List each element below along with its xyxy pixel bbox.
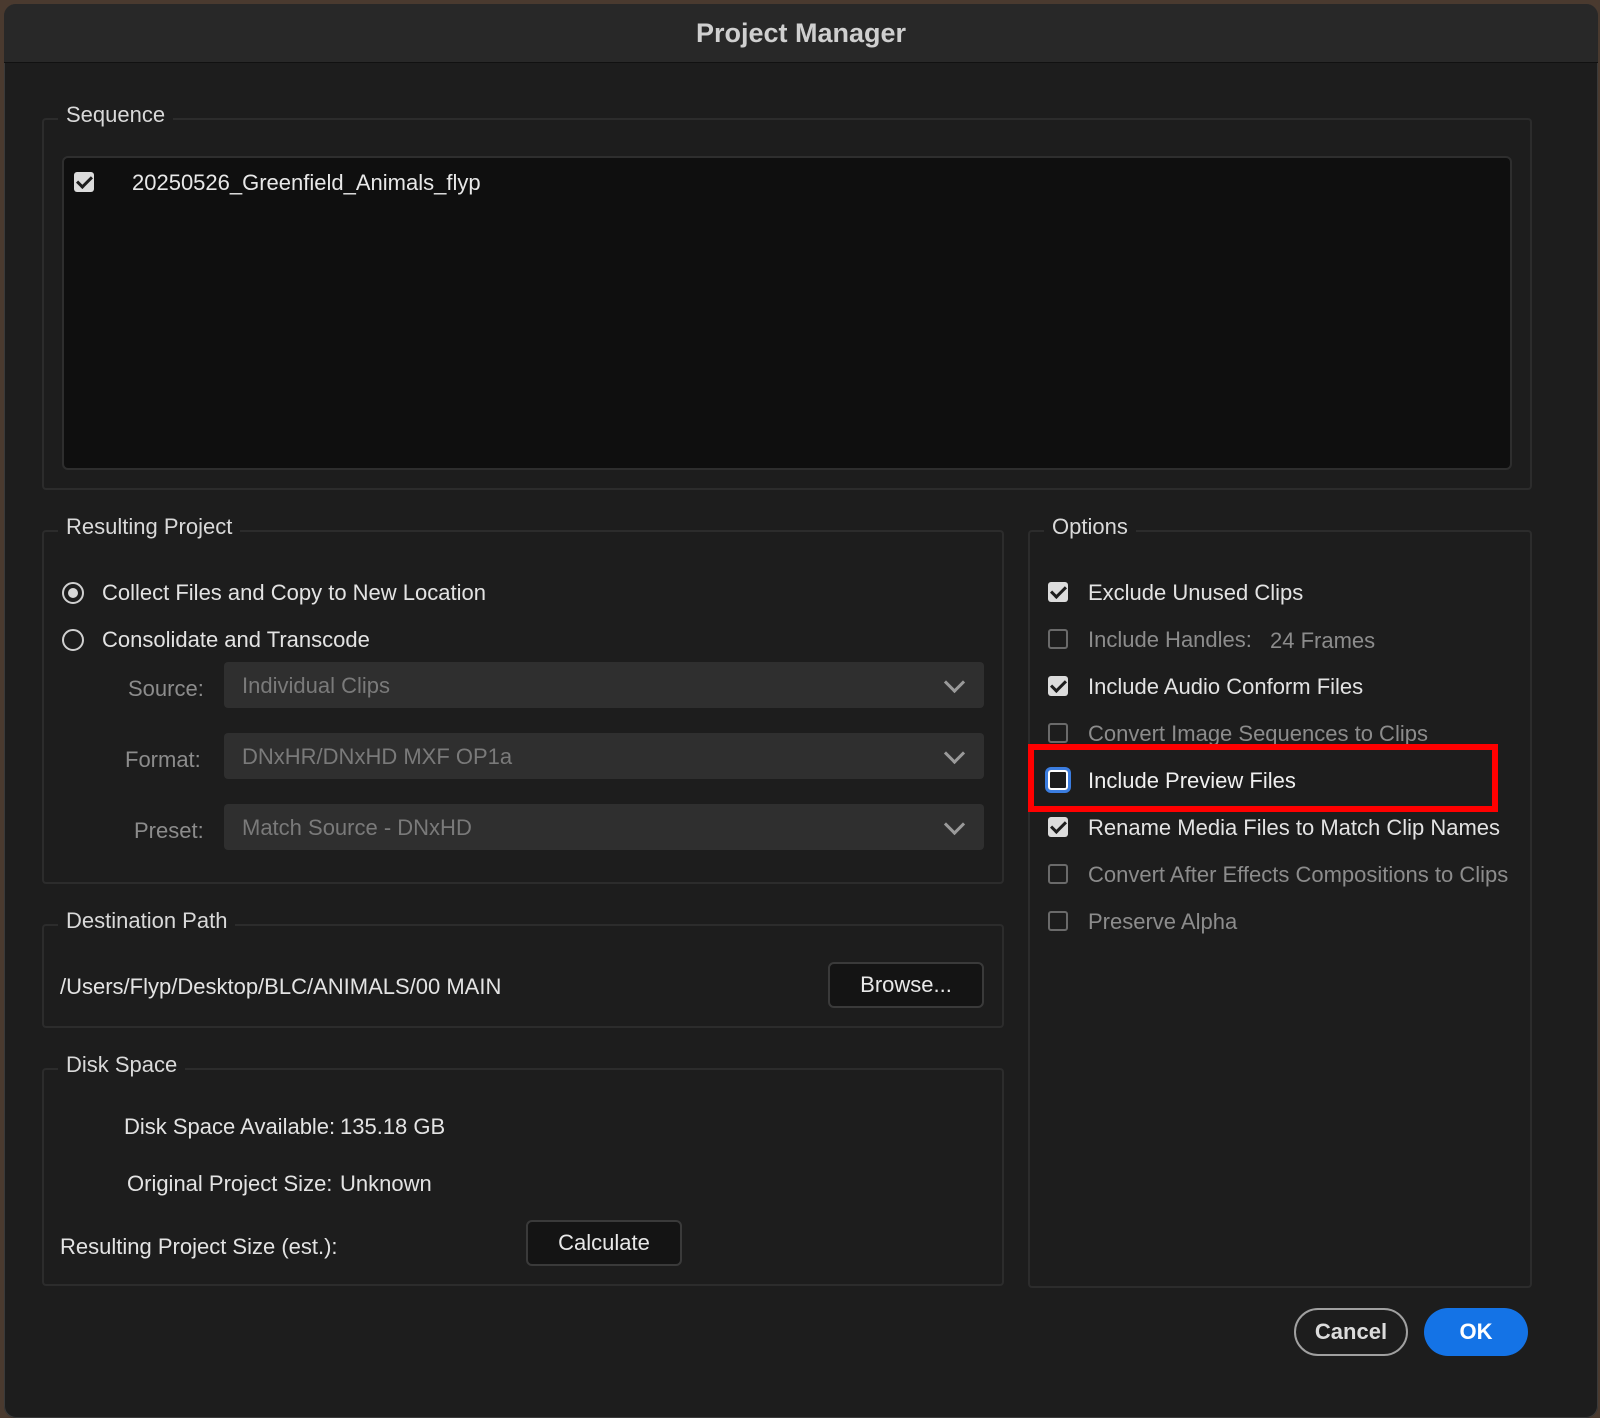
disk-space-label: Disk Space [58,1052,186,1078]
ok-button[interactable]: OK [1424,1308,1528,1356]
collect-files-radio[interactable] [62,582,84,604]
include-handles-label[interactable]: Include Handles: [1088,627,1252,653]
destination-path-label: Destination Path [58,908,236,934]
sequence-checkbox[interactable] [74,172,94,192]
format-select[interactable]: DNxHR/DNxHD MXF OP1a [224,733,984,779]
rename-media-files-label[interactable]: Rename Media Files to Match Clip Names [1088,815,1500,841]
disk-space-group: Disk Space Disk Space Available: 135.18 … [42,1052,1004,1286]
resulting-project-group: Resulting Project Collect Files and Copy… [42,514,1004,884]
resulting-project-label: Resulting Project [58,514,241,540]
format-label: Format: [125,747,201,772]
convert-ae-compositions-label[interactable]: Convert After Effects Compositions to Cl… [1088,862,1508,888]
resulting-project-size-label: Resulting Project Size (est.): [60,1234,338,1259]
exclude-unused-clips-label[interactable]: Exclude Unused Clips [1088,580,1303,606]
project-manager-dialog: Project Manager Sequence 20250526_Greenf… [4,4,1598,1418]
highlight-box [1028,744,1498,812]
options-group-label: Options [1044,514,1136,540]
consolidate-transcode-radio[interactable] [62,629,84,651]
source-select[interactable]: Individual Clips [224,662,984,708]
preserve-alpha-checkbox[interactable] [1048,911,1068,931]
preset-select[interactable]: Match Source - DNxHD [224,804,984,850]
sequence-name: 20250526_Greenfield_Animals_flyp [132,170,481,195]
include-handles-value[interactable]: 24 Frames [1270,628,1375,654]
consolidate-transcode-label[interactable]: Consolidate and Transcode [102,627,370,653]
chevron-down-icon [943,813,966,836]
sequence-group-label: Sequence [58,102,174,128]
destination-path-value: /Users/Flyp/Desktop/BLC/ANIMALS/00 MAIN [60,974,502,999]
convert-ae-compositions-checkbox[interactable] [1048,864,1068,884]
options-group: Options Exclude Unused Clips Include Han… [1028,514,1532,1288]
include-handles-checkbox[interactable] [1048,629,1068,649]
chevron-down-icon [943,671,966,694]
collect-files-label[interactable]: Collect Files and Copy to New Location [102,580,486,606]
title-bar: Project Manager [4,4,1598,63]
dialog-title: Project Manager [695,17,907,48]
original-project-size-value: Unknown [340,1171,432,1196]
destination-path-group: Destination Path /Users/Flyp/Desktop/BLC… [42,908,1004,1028]
cancel-button[interactable]: Cancel [1294,1308,1408,1356]
disk-space-available-value: 135.18 GB [340,1114,446,1139]
convert-image-sequences-checkbox[interactable] [1048,723,1068,743]
browse-button[interactable]: Browse... [828,962,984,1008]
exclude-unused-clips-checkbox[interactable] [1048,582,1068,602]
chevron-down-icon [943,742,966,765]
include-audio-conform-label[interactable]: Include Audio Conform Files [1088,674,1363,700]
sequence-group: Sequence 20250526_Greenfield_Animals_fly… [42,102,1532,490]
sequence-list[interactable]: 20250526_Greenfield_Animals_flyp [62,156,1512,470]
source-label: Source: [128,676,204,701]
preserve-alpha-label[interactable]: Preserve Alpha [1088,909,1237,935]
preset-label: Preset: [134,818,204,843]
calculate-button[interactable]: Calculate [526,1220,682,1266]
format-value: DNxHR/DNxHD MXF OP1a [242,744,513,769]
preset-value: Match Source - DNxHD [242,815,472,840]
rename-media-files-checkbox[interactable] [1048,817,1068,837]
sequence-list-item[interactable]: 20250526_Greenfield_Animals_flyp [64,158,1510,210]
source-value: Individual Clips [242,673,390,698]
original-project-size-label: Original Project Size: [127,1171,333,1196]
include-audio-conform-checkbox[interactable] [1048,676,1068,696]
disk-space-available-label: Disk Space Available: [124,1114,336,1139]
